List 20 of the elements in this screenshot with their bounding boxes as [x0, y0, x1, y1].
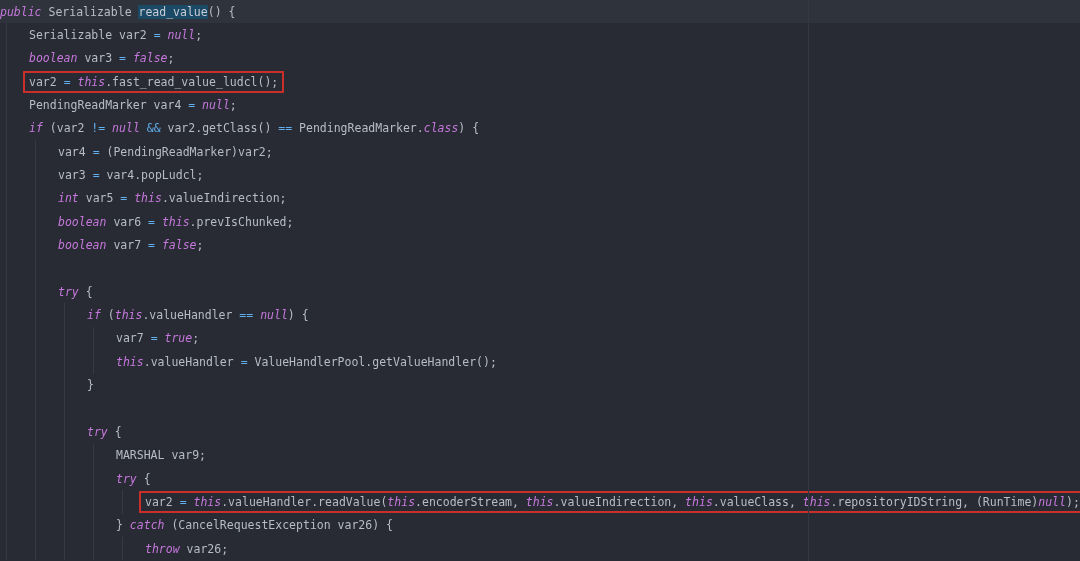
code-line: var3 = var4.popLudcl;: [57, 167, 205, 185]
code-line: if (this.valueHandler == null) {: [86, 307, 310, 325]
code-line: int var5 = this.valueIndirection;: [57, 190, 288, 208]
code-line: } catch (CancelRequestException var26) {: [115, 517, 394, 535]
code-line: boolean var3 = false;: [28, 50, 176, 68]
code-line: boolean var7 = false;: [57, 237, 205, 255]
code-line: MARSHAL var9;: [115, 447, 207, 465]
code-line: try {: [115, 470, 152, 488]
code-line: var4 = (PendingReadMarker)var2;: [57, 143, 274, 161]
code-line: throw var26;: [144, 540, 230, 558]
code-line: if (var2 != null && var2.getClass() == PendingReadMarker.class) {: [28, 120, 481, 138]
code-line: try {: [57, 283, 94, 301]
code-line: try {: [86, 423, 123, 441]
code-line: var7 = true;: [115, 330, 201, 348]
code-line: public Serializable read_value() {: [0, 3, 237, 21]
code-line: this.valueHandler = ValueHandlerPool.getValueHandler();: [115, 353, 498, 371]
code-line: Serializable var2 = null;: [28, 27, 204, 44]
code-line: boolean var6 = this.prevIsChunked;: [57, 213, 295, 231]
code-line: PendingReadMarker var4 = null;: [28, 97, 238, 115]
code-line: }: [86, 377, 95, 395]
